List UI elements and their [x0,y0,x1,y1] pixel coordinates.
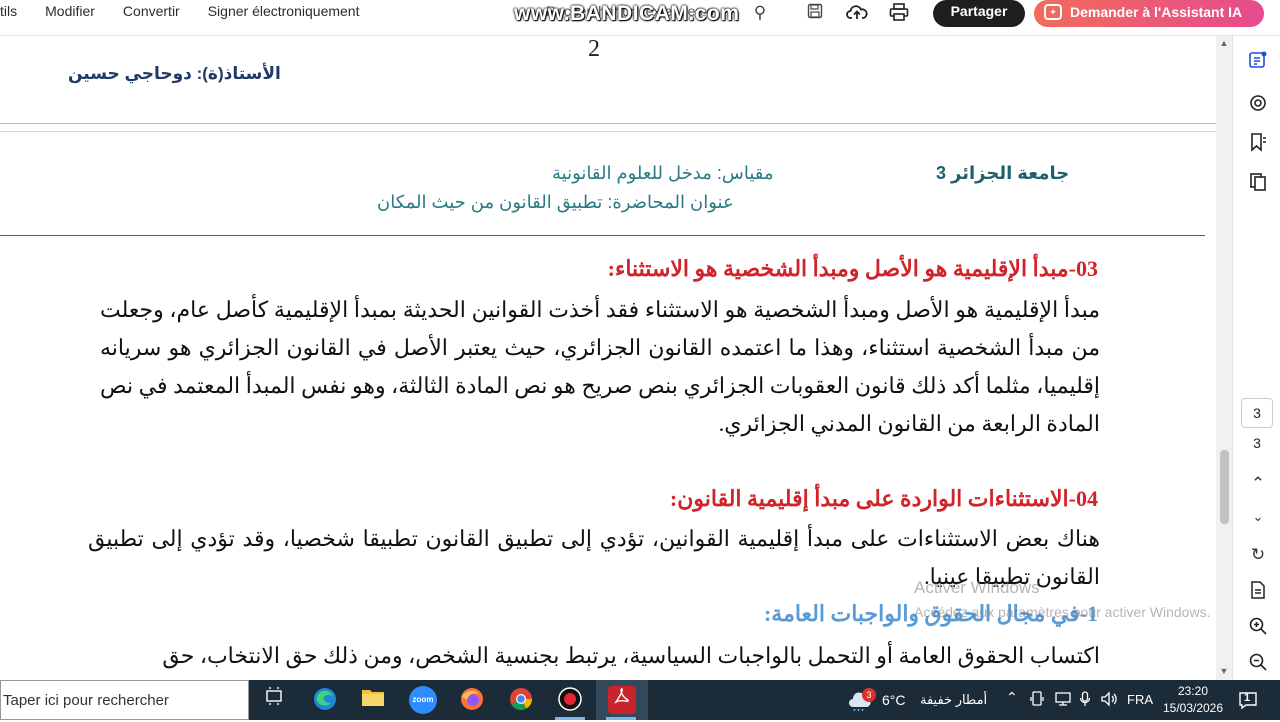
clock-date[interactable]: 15/03/2026 [1160,701,1226,715]
section-4-heading: 04-الاستثناءات الواردة على مبدأ إقليمية … [669,486,1098,511]
edge-browser-icon[interactable] [311,686,339,714]
device-icon[interactable] [1030,691,1044,710]
bookmark-icon[interactable] [1247,132,1269,154]
rotate-icon[interactable]: ↻ [1247,544,1269,566]
microphone-icon[interactable] [1079,691,1091,710]
menu-bar: tils Modifier Convertir Signer électroni… [0,3,387,19]
search-icon[interactable]: ⚲ [749,3,771,23]
ai-assistant-label: Demander à l'Assistant IA [1070,4,1243,20]
bandicam-record-icon[interactable] [556,686,584,714]
save-icon[interactable] [804,3,826,23]
current-page-input[interactable]: 3 [1241,398,1273,428]
notification-count: 1 [1244,692,1251,704]
weather-badge: 3 [862,688,876,702]
page-number: 2 [588,36,600,62]
input-language[interactable]: FRA [1127,692,1153,707]
vertical-scrollbar[interactable]: ▲ ▼ [1216,36,1232,680]
ai-chat-icon: ✦ [1044,4,1062,20]
scroll-up-arrow[interactable]: ▲ [1218,38,1230,48]
taskbar-search-input[interactable]: Taper ici pour rechercher [0,680,249,720]
comment-icon[interactable] [1247,93,1269,115]
menu-item-sign[interactable]: Signer électroniquement [208,3,360,19]
section-3-paragraph: مبدأ الإقليمية هو الأصل ومبدأ الشخصية هو… [100,297,1100,436]
zoom-out-icon[interactable] [1247,652,1269,674]
total-pages: 3 [1253,435,1261,451]
page-info-icon[interactable] [1247,580,1269,602]
firefox-icon[interactable] [458,686,486,714]
activation-subtitle: Accédez aux paramètres pour activer Wind… [914,604,1211,620]
weather-temperature[interactable]: 6°C [882,692,906,708]
top-toolbar: tils Modifier Convertir Signer électroni… [0,0,1280,36]
network-icon[interactable] [1054,691,1072,710]
page-bottom-divider [0,123,1216,124]
header-divider [0,235,1205,236]
module-name: مقياس: مدخل للعلوم القانونية [552,163,774,183]
share-button[interactable]: Partager [933,0,1025,27]
file-explorer-icon[interactable] [359,686,387,714]
weather-description[interactable]: أمطار خفيفة [920,692,987,708]
task-view-icon[interactable] [260,686,288,714]
acrobat-icon[interactable] [608,686,636,714]
scroll-down-arrow[interactable]: ▼ [1218,666,1230,676]
professor-name: الأستاذ(ة): دوحاجي حسين [68,64,281,83]
copy-pages-icon[interactable] [1247,172,1269,194]
chevron-down-icon[interactable]: ⌄ [1247,506,1269,528]
cloud-upload-icon[interactable] [846,3,868,23]
section-3-heading: 03-مبدأ الإقليمية هو الأصل ومبدأ الشخصية… [607,256,1098,281]
subsection-1-paragraph: اكتساب الحقوق العامة أو التحمل بالواجبات… [162,643,1100,668]
page-break-divider [0,131,1216,132]
lecture-title: عنوان المحاضرة: تطبيق القانون من حيث الم… [377,192,734,212]
activation-title: Activer Windows [914,578,1040,597]
edit-pdf-icon[interactable] [1247,50,1269,72]
volume-icon[interactable] [1100,691,1118,710]
menu-item-edit[interactable]: Modifier [45,3,95,19]
tray-overflow-chevron-icon[interactable]: ⌃ [1006,689,1018,706]
recording-watermark: www.BANDICAM.com [514,2,740,25]
chrome-icon[interactable] [507,686,535,714]
clock-time[interactable]: 23:20 [1166,684,1220,698]
windows-activation-notice: Activer Windows Accédez aux paramètres p… [914,578,1211,620]
right-tool-panel: 3 3 ⌃ ⌄ ↻ [1232,36,1280,680]
menu-item-tools[interactable]: tils [0,3,17,19]
print-icon[interactable] [888,3,910,23]
chevron-up-icon[interactable]: ⌃ [1247,473,1269,495]
scroll-thumb[interactable] [1220,450,1229,524]
zoom-in-icon[interactable] [1247,616,1269,638]
ai-assistant-button[interactable]: ✦ Demander à l'Assistant IA [1034,0,1264,27]
document-viewer: 2 الأستاذ(ة): دوحاجي حسين جامعة الجزائر … [0,36,1216,680]
zoom-app-icon[interactable]: zoom [409,686,437,714]
university-name: جامعة الجزائر 3 [936,163,1070,183]
menu-item-convert[interactable]: Convertir [123,3,180,19]
windows-taskbar: Taper ici pour rechercher zoom 3 6°C أمط… [0,680,1280,720]
